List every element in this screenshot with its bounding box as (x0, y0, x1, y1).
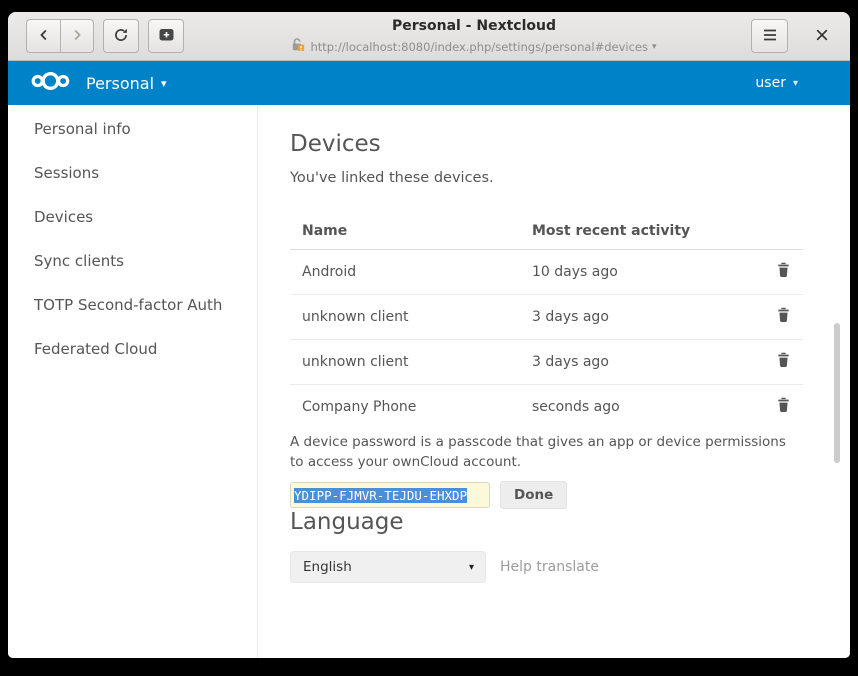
settings-content: Devices You've linked these devices. Nam… (258, 105, 850, 658)
reload-button[interactable] (103, 19, 139, 53)
device-password-note: A device password is a passcode that giv… (290, 433, 795, 472)
title-area: Personal - Nextcloud http://localhost:80… (208, 17, 740, 56)
app-menu-caret-icon: ▾ (161, 77, 167, 90)
delete-device-button[interactable] (776, 307, 791, 323)
settings-sidebar: Personal info Sessions Devices Sync clie… (8, 105, 258, 658)
device-activity: 3 days ago (520, 340, 739, 385)
app-menu-label: Personal (86, 74, 154, 93)
sidebar-item-federated-cloud[interactable]: Federated Cloud (8, 327, 257, 371)
sidebar-item-devices[interactable]: Devices (8, 195, 257, 239)
titlebar: Personal - Nextcloud http://localhost:80… (8, 12, 850, 61)
trash-icon (776, 401, 791, 416)
url-dropdown-icon[interactable]: ▾ (652, 42, 657, 52)
device-name: Company Phone (290, 385, 520, 430)
back-icon (37, 28, 51, 45)
language-row: English ▾ Help translate (290, 551, 850, 583)
reload-icon (113, 27, 129, 46)
nav-button-group (26, 19, 184, 53)
table-header-row: Name Most recent activity (290, 213, 803, 250)
sidebar-item-sessions[interactable]: Sessions (8, 151, 257, 195)
device-activity: 10 days ago (520, 250, 739, 295)
table-row: Android 10 days ago (290, 250, 803, 295)
language-select[interactable]: English ▾ (290, 551, 486, 583)
new-tab-button[interactable] (148, 19, 184, 53)
trash-icon (776, 356, 791, 371)
device-name: Android (290, 250, 520, 295)
insecure-connection-icon (291, 37, 305, 56)
nextcloud-header: Personal ▾ user ▾ (8, 61, 850, 105)
browser-window: Personal - Nextcloud http://localhost:80… (8, 12, 850, 658)
column-header-actions (739, 213, 803, 250)
column-header-activity: Most recent activity (520, 213, 739, 250)
device-activity: 3 days ago (520, 295, 739, 340)
forward-icon (70, 28, 84, 45)
device-password-row: YDIPP-FJMVR-TEJDU-EHXDP Done (290, 481, 850, 509)
select-caret-icon: ▾ (469, 562, 474, 573)
sidebar-item-personal-info[interactable]: Personal info (8, 107, 257, 151)
back-button[interactable] (26, 19, 60, 53)
table-row: Company Phone seconds ago (290, 385, 803, 430)
language-selected-value: English (303, 559, 352, 575)
help-translate-link[interactable]: Help translate (500, 559, 599, 575)
scrollbar-thumb[interactable] (834, 323, 840, 463)
app-menu[interactable]: Personal ▾ (8, 72, 167, 94)
user-menu-label: user (755, 75, 786, 91)
delete-device-button[interactable] (776, 352, 791, 368)
close-button[interactable] (810, 24, 834, 48)
devices-intro: You've linked these devices. (290, 170, 850, 186)
table-row: unknown client 3 days ago (290, 340, 803, 385)
url-bar[interactable]: http://localhost:8080/index.php/settings… (208, 37, 740, 56)
delete-device-button[interactable] (776, 397, 791, 413)
done-button[interactable]: Done (500, 481, 567, 509)
url-text: http://localhost:8080/index.php/settings… (310, 40, 648, 54)
devices-table: Name Most recent activity Android 10 day… (290, 213, 803, 429)
trash-icon (776, 266, 791, 281)
device-activity: seconds ago (520, 385, 739, 430)
device-password-value: YDIPP-FJMVR-TEJDU-EHXDP (294, 488, 467, 503)
menu-button[interactable] (751, 19, 788, 53)
trash-icon (776, 311, 791, 326)
nextcloud-logo-icon (30, 72, 72, 94)
user-menu-caret-icon: ▾ (793, 78, 798, 89)
device-password-input[interactable]: YDIPP-FJMVR-TEJDU-EHXDP (290, 482, 490, 508)
sidebar-item-totp[interactable]: TOTP Second-factor Auth (8, 283, 257, 327)
column-header-name: Name (290, 213, 520, 250)
forward-button[interactable] (60, 19, 94, 53)
user-menu[interactable]: user ▾ (755, 75, 850, 91)
table-row: unknown client 3 days ago (290, 295, 803, 340)
devices-heading: Devices (290, 131, 850, 157)
close-icon (815, 28, 829, 45)
language-heading: Language (290, 509, 850, 535)
hamburger-icon (763, 29, 777, 44)
delete-device-button[interactable] (776, 262, 791, 278)
window-title: Personal - Nextcloud (208, 17, 740, 36)
device-name: unknown client (290, 295, 520, 340)
new-tab-icon (158, 27, 175, 45)
device-name: unknown client (290, 340, 520, 385)
sidebar-item-sync-clients[interactable]: Sync clients (8, 239, 257, 283)
